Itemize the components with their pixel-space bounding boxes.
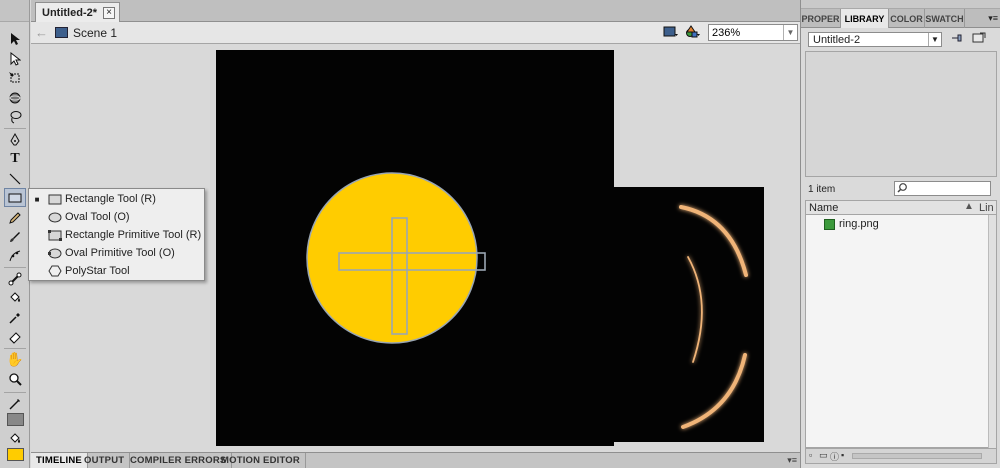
sort-arrow-icon[interactable]: ▲ [964,201,974,212]
column-linkage-header[interactable]: Lin [979,202,994,214]
pin-library-icon[interactable] [950,32,964,47]
stage[interactable] [216,50,614,446]
lasso-icon[interactable] [4,107,26,126]
vertical-scrollbar[interactable] [988,215,996,448]
flash-ide-window: T ✋ Untitled-2* × ← Scene 1 236% ▼ ■ Rec… [0,0,1000,468]
chevron-down-icon[interactable]: ▼ [928,33,941,46]
text-icon[interactable]: T [4,149,26,168]
ring-bitmap-art [541,203,748,429]
new-library-panel-icon[interactable] [972,32,986,47]
ring-bitmap-instance[interactable] [541,187,764,442]
column-name-header[interactable]: Name [809,202,838,214]
close-icon[interactable]: × [103,6,115,19]
oval-primitive-icon [45,248,65,259]
scene-icon [55,27,68,38]
library-document-select[interactable]: Untitled-2 ▼ [808,32,942,47]
brush-icon[interactable] [4,227,26,246]
search-icon [897,182,908,196]
bone-icon[interactable] [4,269,26,288]
tab-color[interactable]: COLOR [889,9,925,28]
flyout-item-label: Oval Primitive Tool (O) [65,247,175,259]
tools-separator [4,392,26,393]
rectangle-tool-flyout: ■ Rectangle Tool (R) Oval Tool (O) Recta… [28,188,205,281]
flyout-item-label: Rectangle Primitive Tool (R) [65,229,202,241]
tab-output[interactable]: OUTPUT [79,453,131,468]
library-panel-group: PROPER LIBRARY COLOR SWATCH ▾≡ Untitled-… [800,0,1000,468]
library-search[interactable] [894,181,991,196]
tab-properties[interactable]: PROPER [801,9,841,28]
zoom-select[interactable]: ▼ [708,24,798,41]
pen-icon[interactable] [4,130,26,149]
free-transform-icon[interactable] [4,68,26,87]
tools-separator [4,267,26,268]
deco-icon[interactable] [4,246,26,265]
stroke-color-swatch[interactable] [7,413,24,426]
document-tab[interactable]: Untitled-2* × [35,2,120,22]
tab-library[interactable]: LIBRARY [841,9,889,28]
eyedropper-icon[interactable] [4,308,26,327]
rectangle-primitive-icon [45,229,65,241]
rectangle-icon [45,194,65,205]
flyout-item-polystar-tool[interactable]: PolyStar Tool [29,262,204,280]
right-panel-tabs: PROPER LIBRARY COLOR SWATCH ▾≡ [801,0,1000,28]
tab-motion-editor[interactable]: MOTION EDITOR [216,453,306,468]
library-footer: ▫ ▭ ⓘ ▪ [805,448,997,464]
panel-menu-icon[interactable]: ▾≡ [787,455,797,466]
edit-bar: ← Scene 1 ▼ [31,22,800,44]
new-symbol-icon[interactable]: ▫ [809,450,812,460]
zoom-input[interactable] [709,25,783,40]
oval-icon [45,212,65,223]
edit-symbols-icon[interactable] [685,25,701,42]
flyout-item-label: Oval Tool (O) [65,211,130,223]
paint-bucket-icon[interactable] [4,288,26,307]
line-icon[interactable] [4,169,26,188]
panel-grip[interactable] [801,0,1000,9]
tools-panel: T ✋ [0,0,30,468]
document-tab-bar: Untitled-2* × [31,0,800,22]
list-item-name: ring.png [839,218,879,230]
polystar-icon [45,265,65,277]
stroke-color-icon[interactable] [4,394,26,413]
tools-separator [4,348,26,349]
library-preview [805,51,997,177]
stage-artwork [306,172,486,344]
edit-scene-icon[interactable] [663,25,679,42]
selected-mark: ■ [34,194,40,204]
flyout-item-label: Rectangle Tool (R) [65,193,156,205]
list-item[interactable]: ring.png [824,217,879,231]
flyout-item-label: PolyStar Tool [65,265,130,277]
document-tab-title: Untitled-2* [42,6,97,19]
flyout-item-rectangle-primitive-tool[interactable]: Rectangle Primitive Tool (R) [29,226,204,244]
library-item-count: 1 item [808,184,836,195]
tab-swatches[interactable]: SWATCH [925,9,965,28]
flyout-item-rectangle-tool[interactable]: ■ Rectangle Tool (R) [29,190,204,208]
rectangle-icon[interactable] [4,188,26,207]
new-folder-icon[interactable]: ▭ [819,450,828,461]
library-document-select-value: Untitled-2 [813,34,861,46]
scene-label: Scene 1 [73,26,118,40]
library-item-list[interactable]: ring.png [805,215,997,448]
library-column-header: Name ▲ Lin [805,200,997,215]
back-arrow-icon[interactable]: ← [35,25,48,40]
fill-color-icon[interactable] [4,429,26,448]
selection-arrow-icon[interactable] [4,29,26,48]
hand-icon[interactable]: ✋ [4,350,26,369]
tools-separator [4,128,26,129]
flyout-item-oval-primitive-tool[interactable]: Oval Primitive Tool (O) [29,244,204,262]
fill-color-swatch[interactable] [7,448,24,461]
delete-icon[interactable]: ▪ [841,450,844,460]
flyout-item-oval-tool[interactable]: Oval Tool (O) [29,208,204,226]
pencil-icon[interactable] [4,208,26,227]
eraser-icon[interactable] [4,327,26,346]
tools-panel-grip[interactable] [0,0,29,22]
horizontal-scrollbar[interactable] [852,453,982,459]
subselection-arrow-icon[interactable] [4,49,26,68]
zoom-icon[interactable] [4,369,26,388]
panel-menu-icon[interactable]: ▾≡ [988,13,998,24]
3d-rotation-icon[interactable] [4,88,26,107]
bitmap-icon [824,218,835,230]
chevron-down-icon[interactable]: ▼ [783,25,797,40]
properties-icon[interactable]: ⓘ [830,450,839,463]
bottom-panel-tabs: TIMELINE OUTPUT COMPILER ERRORS MOTION E… [31,452,800,468]
